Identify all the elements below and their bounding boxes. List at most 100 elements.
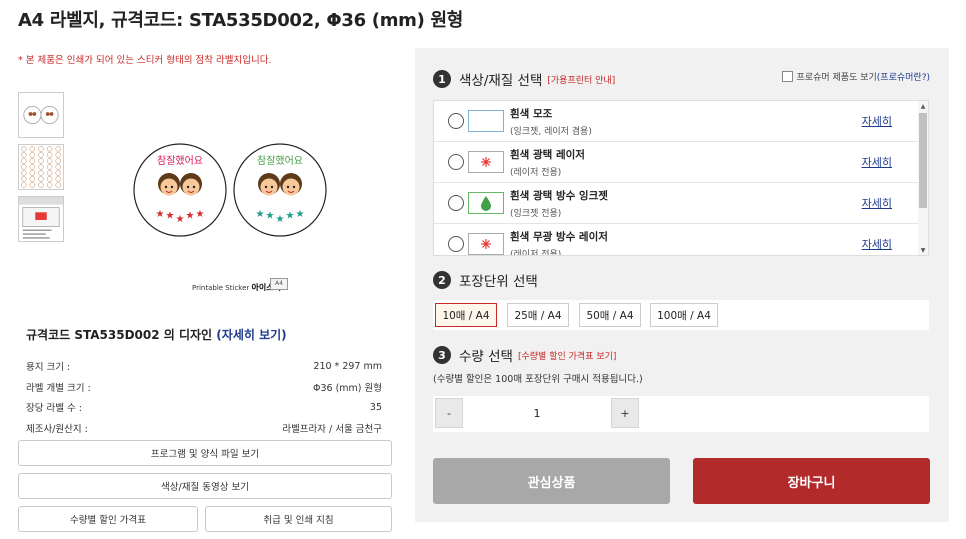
eye [186,185,190,189]
quantity-plus-button[interactable]: + [611,398,639,428]
spec-value: 35 [369,401,382,413]
step1-title: 색상/재질 선택 [459,73,543,89]
product-notice: * 본 제품은 인쇄가 되어 있는 스티커 형태의 점착 라벨지입니다. [18,55,272,66]
pack-option-10[interactable]: 10매 / A4 [435,303,497,327]
star-icon: ★ [166,211,175,222]
star-icon: ★ [156,209,165,220]
material-detail-link[interactable]: 자세히 [862,113,892,129]
spec-label: 장당 라벨 수 : [26,403,82,415]
material-name: 흰색 광택 레이저 [510,148,585,161]
thumbnail-program-guide[interactable] [18,196,64,242]
quantity-minus-button[interactable]: - [435,398,463,428]
pack-option-100[interactable]: 100매 / A4 [650,303,718,327]
material-desc: (잉크젯 전용) [510,208,562,219]
eye [164,185,168,189]
design-detail-link[interactable]: (자세히 보기) [216,328,286,342]
star-icon: ★ [176,214,185,225]
eye [170,185,174,189]
price-table-link[interactable]: [수량별 할인 가격표 보기] [518,349,616,362]
sticker-text: 참잘했어요 [257,154,303,167]
eye [292,185,296,189]
thumbnail-label-pair[interactable] [18,92,64,138]
material-option[interactable]: 흰색 모조 (잉크젯, 레이저 겸용) 자세히 [434,101,918,142]
pack-option-50[interactable]: 50매 / A4 [579,303,641,327]
design-title-text: 규격코드 STA535D002 의 디자인 [26,328,213,342]
material-radio[interactable] [448,195,464,211]
material-option[interactable]: 흰색 광택 방수 잉크젯 (잉크젯 전용) 자세히 [434,183,918,224]
spec-row: 제조사/원산지 : 라벨프라자 / 서울 금천구 [26,418,382,439]
step2-header: 2 포장단위 선택 [433,270,538,290]
material-option[interactable]: 흰색 무광 방수 레이저 (레이저 전용) 자세히 [434,224,918,256]
material-detail-link[interactable]: 자세히 [862,154,892,170]
material-video-button[interactable]: 색상/재질 동영상 보기 [18,473,392,499]
spec-value: Φ36 (mm) 원형 [312,382,382,394]
package-unit-selector: 10매 / A4 25매 / A4 50매 / A4 100매 / A4 [433,300,929,330]
eye [264,185,268,189]
step2-title: 포장단위 선택 [459,274,538,290]
handling-guide-button[interactable]: 취급 및 인쇄 지침 [205,506,392,532]
material-list: 흰색 모조 (잉크젯, 레이저 겸용) 자세히 흰색 광택 레이저 (레이저 전… [433,100,929,256]
eye [192,185,196,189]
material-desc: (레이저 전용) [510,249,562,256]
spec-label: 라벨 개별 크기 : [26,382,91,394]
material-detail-link[interactable]: 자세히 [862,236,892,252]
spec-row: 라벨 개별 크기 : Φ36 (mm) 원형 [26,377,382,398]
star-icon: ★ [196,209,205,220]
eye [270,185,274,189]
prosumer-help-link[interactable]: (프로슈머란?) [877,70,930,83]
scroll-up-icon[interactable]: ▲ [919,103,927,111]
step-number-badge: 3 [433,346,451,364]
thumbnail-sheet-grid[interactable] [18,144,64,190]
material-radio[interactable] [448,236,464,252]
quantity-input[interactable] [463,398,611,428]
sticker-text: 참잘했어요 [157,154,203,167]
price-table-button[interactable]: 수량별 할인 가격표 [18,506,198,532]
material-option[interactable]: 흰색 광택 레이저 (레이저 전용) 자세히 [434,142,918,183]
laser-swatch-icon [468,151,504,173]
label-preview: 참잘했어요 ★ ★ ★ ★ ★ 참잘했어요 ★ ★ ★ ★ ★ [128,140,334,240]
brand-logo: Printable Sticker 아이스틱 [192,282,281,293]
spec-label: 제조사/원산지 : [26,423,88,435]
program-files-button[interactable]: 프로그램 및 양식 파일 보기 [18,440,392,466]
scrollbar-thumb[interactable] [919,113,927,208]
scroll-down-icon[interactable]: ▼ [919,247,927,255]
material-desc: (잉크젯, 레이저 겸용) [510,126,592,137]
spec-row: 장당 라벨 수 : 35 [26,397,382,418]
quantity-stepper: - + [433,396,929,432]
star-icon: ★ [296,209,305,220]
spec-row: 용지 크기 : 210 * 297 mm [26,356,382,377]
spec-table: 용지 크기 : 210 * 297 mm 라벨 개별 크기 : Φ36 (mm) 원… [26,356,382,438]
step-number-badge: 1 [433,70,451,88]
spec-value: 210 * 297 mm [313,360,382,372]
star-icon: ★ [286,211,295,222]
prosumer-toggle[interactable]: 프로슈머 제품도 보기 (프로슈머란?) [781,70,930,83]
material-radio[interactable] [448,154,464,170]
prosumer-label: 프로슈머 제품도 보기 [796,73,877,83]
material-radio[interactable] [448,113,464,129]
page-title: A4 라벨지, 규격코드: STA535D002, Φ36 (mm) 원형 [18,10,464,31]
add-to-cart-button[interactable]: 장바구니 [693,458,930,504]
star-icon: ★ [276,214,285,225]
material-scrollbar[interactable]: ▲ ▼ [918,101,928,255]
star-icon: ★ [266,211,275,222]
option-panel: 1 색상/재질 선택 [가용프린터 안내] 프로슈머 제품도 보기 (프로슈머란… [415,48,949,522]
waterdrop-swatch-icon [468,192,504,214]
material-detail-link[interactable]: 자세히 [862,195,892,211]
material-name: 흰색 무광 방수 레이저 [510,230,608,243]
pack-option-25[interactable]: 25매 / A4 [507,303,569,327]
thumbnail-list [18,92,64,248]
quantity-note: (수량별 할인은 100매 포장단위 구매시 적용됩니다.) [433,374,643,385]
spec-value: 라벨프라자 / 서울 금천구 [282,423,382,435]
star-icon: ★ [256,209,265,220]
material-desc: (레이저 전용) [510,167,562,178]
step1-header: 1 색상/재질 선택 [가용프린터 안내] [433,69,615,89]
a4-sheet-icon: A4 [270,278,288,290]
prosumer-checkbox[interactable] [781,71,793,82]
eye [286,185,290,189]
wishlist-button[interactable]: 관심상품 [433,458,670,504]
design-title: 규격코드 STA535D002 의 디자인 (자세히 보기) [26,326,287,343]
material-name: 흰색 광택 방수 잉크젯 [510,189,608,202]
laser-swatch-icon [468,233,504,255]
printer-guide-link[interactable]: [가용프린터 안내] [547,73,615,86]
brand-tagline: Printable Sticker [192,284,250,292]
